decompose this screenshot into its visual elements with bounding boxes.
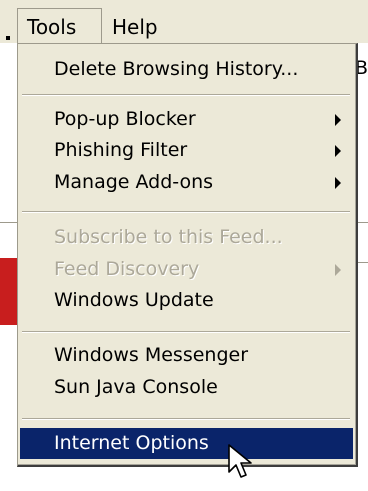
menu-item-feed-discovery: Feed Discovery xyxy=(20,254,353,285)
background-divider xyxy=(358,222,368,223)
menu-item-label: Delete Browsing History... xyxy=(54,58,299,80)
background-divider xyxy=(0,222,17,223)
menu-item-phishing-filter[interactable]: Phishing Filter xyxy=(20,135,353,166)
menu-separator xyxy=(22,418,350,420)
submenu-arrow-icon xyxy=(335,177,341,189)
background-divider xyxy=(358,262,368,263)
help-menu-label[interactable]: Help xyxy=(112,15,158,39)
menu-item-label: Sun Java Console xyxy=(54,376,218,398)
menu-separator xyxy=(22,331,350,333)
menu-item-popup-blocker[interactable]: Pop-up Blocker xyxy=(20,104,353,135)
menu-item-label: Feed Discovery xyxy=(54,258,200,280)
submenu-arrow-icon xyxy=(335,114,341,126)
menu-item-label: Subscribe to this Feed... xyxy=(54,226,283,248)
menu-bar: Tools Help xyxy=(0,0,368,44)
background-red-strip xyxy=(0,258,17,325)
submenu-arrow-icon xyxy=(335,145,341,157)
tools-menu-label[interactable]: Tools xyxy=(27,15,76,39)
menu-item-windows-update[interactable]: Windows Update xyxy=(20,285,353,316)
mouse-pointer-icon xyxy=(228,444,252,478)
menu-item-label: Pop-up Blocker xyxy=(54,108,196,130)
menu-item-label: Manage Add-ons xyxy=(54,171,214,193)
menu-item-label: Internet Options xyxy=(54,432,209,454)
menu-item-windows-messenger[interactable]: Windows Messenger xyxy=(20,340,353,371)
bullet-dot xyxy=(6,36,10,40)
menu-item-label: Phishing Filter xyxy=(54,139,188,161)
menu-separator xyxy=(22,94,350,96)
menu-item-subscribe-to-feed: Subscribe to this Feed... xyxy=(20,222,353,253)
menu-item-delete-browsing-history[interactable]: Delete Browsing History... xyxy=(20,54,353,85)
submenu-arrow-icon xyxy=(335,264,341,276)
menu-item-sun-java-console[interactable]: Sun Java Console xyxy=(20,372,353,403)
menu-item-label: Windows Update xyxy=(54,289,214,311)
menu-item-manage-add-ons[interactable]: Manage Add-ons xyxy=(20,167,353,198)
menu-item-internet-options[interactable]: Internet Options xyxy=(20,428,353,459)
menu-item-label: Windows Messenger xyxy=(54,344,249,366)
tools-dropdown-menu: Delete Browsing History... Pop-up Blocke… xyxy=(17,43,358,467)
menu-separator xyxy=(22,211,350,213)
